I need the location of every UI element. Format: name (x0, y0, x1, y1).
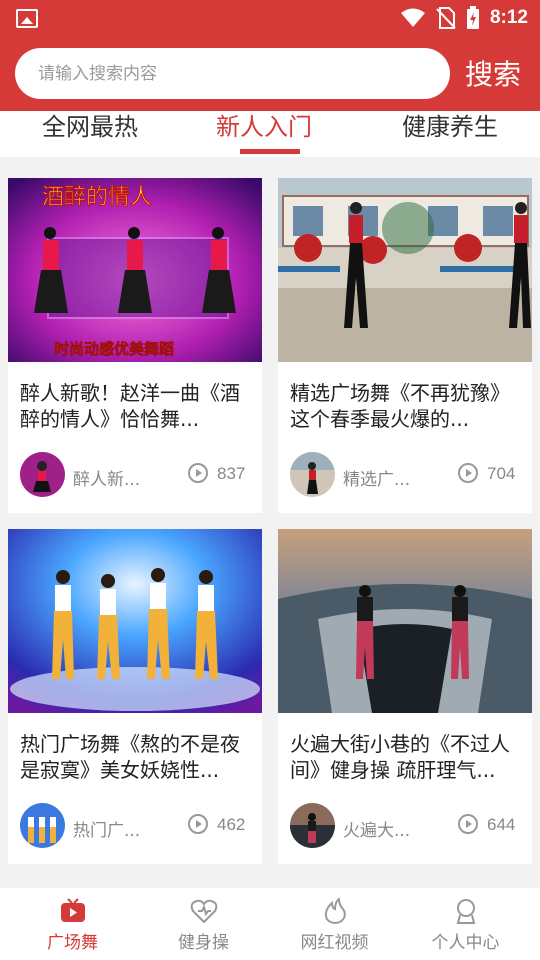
play-count-icon (188, 814, 208, 834)
active-tab-indicator (240, 149, 300, 154)
view-count: 462 (217, 815, 246, 834)
tab-hottest[interactable]: 全网最热 (42, 107, 138, 142)
video-title[interactable]: 精选广场舞《不再犹豫》这个春季最火爆的... (290, 380, 522, 432)
nav-label: 个人中心 (431, 933, 500, 953)
thumb-caption-text: 时尚动感优美舞蹈 (54, 340, 174, 358)
video-thumbnail[interactable] (278, 178, 532, 362)
app-header: 8:12 搜索 (0, 0, 540, 111)
nav-fitness[interactable]: 健身操 (136, 888, 271, 960)
user-icon (456, 899, 476, 924)
video-thumbnail[interactable] (8, 529, 262, 713)
status-bar: 8:12 (0, 0, 540, 36)
heart-icon (190, 899, 218, 924)
status-time: 8:12 (489, 7, 528, 28)
author-name: 精选广... (343, 470, 411, 490)
author-avatar[interactable] (20, 452, 65, 497)
video-card[interactable]: 热门广场舞《熬的不是夜是寂寞》美女妖娆性... 热门广... 462 (8, 529, 262, 864)
play-count-icon (458, 463, 478, 483)
search-input[interactable] (15, 48, 450, 99)
nav-label: 网红视频 (300, 933, 369, 953)
video-title[interactable]: 火遍大街小巷的《不过人间》健身操 疏肝理气... (290, 731, 522, 783)
image-notification-icon (16, 9, 38, 28)
play-count-icon (188, 463, 208, 483)
nav-label: 健身操 (178, 933, 229, 953)
video-card[interactable]: 酒醉的情人 时尚动感优美舞蹈 醉人新歌！赵洋一曲《酒醉的情人》恰恰舞... 醉人… (8, 178, 262, 513)
author-avatar[interactable] (290, 803, 335, 848)
play-count-icon (458, 814, 478, 834)
tab-health[interactable]: 健康养生 (402, 107, 498, 142)
author-avatar[interactable] (20, 803, 65, 848)
nav-square-dance[interactable]: 广场舞 (5, 888, 140, 960)
no-sim-icon (436, 7, 456, 29)
view-count: 644 (487, 815, 516, 834)
view-count: 704 (487, 464, 516, 483)
search-button[interactable]: 搜索 (465, 53, 521, 93)
bottom-navigation: 广场舞 健身操 网红视频 个人中心 (0, 887, 540, 960)
search-box[interactable] (15, 48, 450, 99)
video-thumbnail[interactable] (278, 529, 532, 713)
video-card[interactable]: 精选广场舞《不再犹豫》这个春季最火爆的... 精选广... 704 (278, 178, 532, 513)
nav-trending-videos[interactable]: 网红视频 (267, 888, 402, 960)
author-avatar[interactable] (290, 452, 335, 497)
author-name: 火遍大... (343, 821, 411, 841)
video-card[interactable]: 火遍大街小巷的《不过人间》健身操 疏肝理气... 火遍大... 644 (278, 529, 532, 864)
author-name: 醉人新... (73, 470, 141, 490)
tab-beginner[interactable]: 新人入门 (216, 107, 312, 142)
author-name: 热门广... (73, 821, 141, 841)
nav-label: 广场舞 (47, 933, 98, 953)
video-title[interactable]: 醉人新歌！赵洋一曲《酒醉的情人》恰恰舞... (20, 380, 252, 432)
battery-charging-icon (466, 6, 479, 29)
tv-icon (61, 898, 85, 922)
view-count: 837 (217, 464, 246, 483)
nav-profile[interactable]: 个人中心 (398, 888, 533, 960)
video-title[interactable]: 热门广场舞《熬的不是夜是寂寞》美女妖娆性... (20, 731, 252, 783)
wifi-icon (400, 8, 425, 27)
fire-icon (324, 898, 346, 924)
thumb-title-text: 酒醉的情人 (42, 185, 152, 210)
video-thumbnail[interactable]: 酒醉的情人 时尚动感优美舞蹈 (8, 178, 262, 362)
